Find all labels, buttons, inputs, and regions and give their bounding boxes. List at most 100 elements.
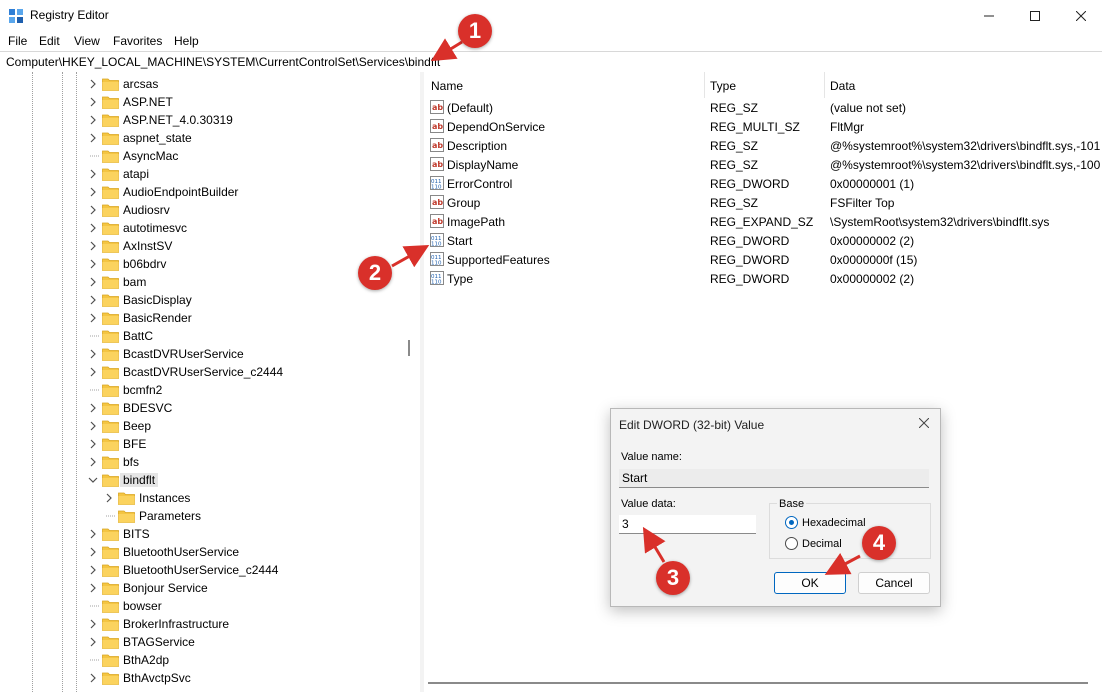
chevron-right-icon[interactable]: [88, 76, 100, 92]
value-data-input[interactable]: 3: [619, 515, 756, 534]
chevron-right-icon[interactable]: [88, 238, 100, 254]
tree-item-label: autotimesvc: [123, 221, 188, 235]
chevron-right-icon[interactable]: [88, 310, 100, 326]
chevron-right-icon[interactable]: [88, 400, 100, 416]
folder-icon: [102, 113, 119, 127]
chevron-right-icon[interactable]: [88, 436, 100, 452]
value-name-field: Start: [619, 469, 929, 488]
chevron-right-icon[interactable]: [88, 580, 100, 596]
chevron-right-icon[interactable]: [88, 184, 100, 200]
cancel-button[interactable]: Cancel: [858, 572, 930, 594]
chevron-right-icon[interactable]: [88, 292, 100, 308]
chevron-right-icon[interactable]: [104, 490, 116, 506]
column-header-type[interactable]: Type: [710, 79, 736, 93]
chevron-right-icon[interactable]: [88, 454, 100, 470]
menu-favorites[interactable]: Favorites: [113, 34, 162, 48]
radio-hexadecimal[interactable]: Hexadecimal: [785, 516, 866, 529]
radio-unselected-indicator[interactable]: [785, 537, 798, 550]
value-data: @%systemroot%\system32\drivers\bindflt.s…: [830, 158, 1101, 172]
minimize-button[interactable]: [966, 0, 1012, 31]
value-row[interactable]: 011 110 Start REG_DWORD 0x00000002 (2): [424, 231, 1104, 250]
chevron-right-icon[interactable]: [88, 274, 100, 290]
svg-text:110: 110: [431, 242, 442, 248]
value-row[interactable]: ab ImagePath REG_EXPAND_SZ \SystemRoot\syst…: [424, 212, 1104, 231]
tree-guide-line: [62, 72, 63, 692]
folder-icon: [102, 185, 119, 199]
tree-item-label: BFE: [123, 437, 147, 451]
chevron-right-icon[interactable]: [88, 130, 100, 146]
chevron-right-icon[interactable]: [88, 364, 100, 380]
chevron-right-icon[interactable]: [88, 346, 100, 362]
chevron-right-icon[interactable]: [88, 616, 100, 632]
chevron-right-icon[interactable]: [88, 94, 100, 110]
maximize-button[interactable]: [1012, 0, 1058, 31]
chevron-right-icon[interactable]: [88, 256, 100, 272]
value-type: REG_SZ: [710, 196, 759, 210]
chevron-right-icon[interactable]: [88, 634, 100, 650]
menu-file[interactable]: File: [8, 34, 27, 48]
folder-icon: [102, 527, 119, 541]
folder-icon: [102, 455, 119, 469]
tree-guide-line: [32, 72, 33, 692]
chevron-right-icon[interactable]: [88, 562, 100, 578]
callout-4: 4: [862, 526, 896, 560]
tree-scroll-thumb[interactable]: [408, 340, 410, 356]
hscroll-thumb[interactable]: [428, 682, 1088, 684]
string-value-icon: ab: [430, 100, 444, 114]
close-icon: [919, 418, 929, 428]
value-row[interactable]: ab DisplayName REG_SZ @%systemroot%\system3…: [424, 155, 1104, 174]
column-divider[interactable]: [704, 72, 705, 98]
tree-item-label: AsyncMac: [123, 149, 179, 163]
value-name: SupportedFeatures: [447, 253, 550, 267]
column-header-data[interactable]: Data: [830, 79, 855, 93]
title-bar: Registry Editor: [0, 0, 1104, 31]
value-type: REG_SZ: [710, 139, 759, 153]
tree-item-label: BattC: [123, 329, 154, 343]
tree-item-label: atapi: [123, 167, 150, 181]
value-row[interactable]: 011 110 Type REG_DWORD 0x00000002 (2): [424, 269, 1104, 288]
value-row[interactable]: 011 110 ErrorControl REG_DWORD 0x00000001 (1…: [424, 174, 1104, 193]
string-value-icon: ab: [430, 195, 444, 209]
dialog-close-button[interactable]: [914, 413, 934, 433]
ok-button[interactable]: OK: [774, 572, 846, 594]
value-name: Type: [447, 272, 474, 286]
tree-branch-line: [88, 148, 100, 164]
values-hscrollbar[interactable]: [424, 676, 1104, 690]
chevron-right-icon[interactable]: [88, 526, 100, 542]
menu-help[interactable]: Help: [174, 34, 199, 48]
column-divider[interactable]: [824, 72, 825, 98]
radio-decimal[interactable]: Decimal: [785, 537, 842, 550]
tree-item-label: Parameters: [139, 509, 202, 523]
address-bar[interactable]: Computer\HKEY_LOCAL_MACHINE\SYSTEM\Curre…: [0, 51, 1102, 73]
callout-1: 1: [458, 14, 492, 48]
value-data: (value not set): [830, 101, 907, 115]
base-label: Base: [777, 498, 807, 510]
value-row[interactable]: ab (Default) REG_SZ (value not set): [424, 98, 1104, 117]
cancel-label: Cancel: [875, 576, 913, 590]
chevron-right-icon[interactable]: [88, 220, 100, 236]
binary-value-icon: 011 110: [430, 233, 444, 248]
close-button[interactable]: [1058, 0, 1104, 31]
key-tree[interactable]: arcsas ASP.NET ASP.NET_4.0.30319 aspnet_sta…: [0, 72, 421, 692]
value-data: 0x0000000f (15): [830, 253, 918, 267]
value-row[interactable]: ab Description REG_SZ @%systemroot%\system3…: [424, 136, 1104, 155]
chevron-right-icon[interactable]: [88, 166, 100, 182]
tree-branch-line: [88, 598, 100, 614]
menu-view[interactable]: View: [74, 34, 100, 48]
chevron-right-icon[interactable]: [88, 418, 100, 434]
chevron-right-icon[interactable]: [88, 112, 100, 128]
value-row[interactable]: ab Group REG_SZ FSFilter Top: [424, 193, 1104, 212]
value-row[interactable]: 011 110 SupportedFeatures REG_DWORD 0x000000…: [424, 250, 1104, 269]
chevron-right-icon[interactable]: [88, 202, 100, 218]
value-row[interactable]: ab DependOnService REG_MULTI_SZ FltMgr: [424, 117, 1104, 136]
tree-scrollbar[interactable]: [405, 72, 419, 692]
ok-label: OK: [801, 576, 819, 590]
radio-selected-indicator[interactable]: [785, 516, 798, 529]
column-header-name[interactable]: Name: [431, 79, 463, 93]
menu-edit[interactable]: Edit: [39, 34, 60, 48]
chevron-right-icon[interactable]: [88, 544, 100, 560]
chevron-down-icon[interactable]: [88, 472, 100, 488]
chevron-right-icon[interactable]: [88, 670, 100, 686]
value-data: 0x00000002 (2): [830, 272, 915, 286]
tree-item-label: BthA2dp: [123, 653, 170, 667]
